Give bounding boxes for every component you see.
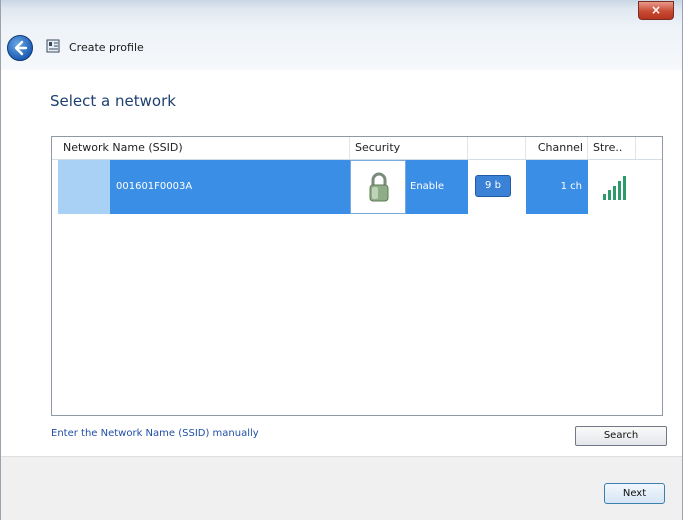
list-header: Network Name (SSID) Security Channel Str… (52, 137, 662, 160)
manual-entry-link[interactable]: Enter the Network Name (SSID) manually (51, 428, 259, 439)
security-status: Enable (406, 160, 468, 214)
network-row[interactable]: 001601F0003A Enable 9 b 1 ch (52, 160, 662, 214)
network-ssid: 001601F0003A (110, 160, 350, 214)
back-button[interactable] (7, 35, 33, 61)
network-list[interactable]: Network Name (SSID) Security Channel Str… (51, 136, 663, 416)
title-bar: × Create profile (1, 0, 682, 70)
band-badge: 9 b (475, 175, 511, 197)
signal-strength-icon (603, 176, 626, 200)
column-header-ssid[interactable]: Network Name (SSID) (58, 137, 350, 159)
channel-value: 1 ch (526, 160, 588, 214)
create-profile-window: × Create profile Select a network Networ… (0, 0, 683, 520)
band-cell: 9 b (468, 160, 526, 214)
next-button[interactable]: Next (604, 483, 665, 504)
lock-icon (369, 172, 389, 202)
column-header-band[interactable] (468, 137, 526, 159)
content-area: Select a network Network Name (SSID) Sec… (1, 70, 682, 456)
search-button[interactable]: Search (575, 426, 667, 446)
row-selection-pad (58, 160, 110, 214)
column-header-strength[interactable]: Stre.. (588, 137, 636, 159)
security-icon-cell (350, 160, 406, 214)
close-icon: × (650, 3, 662, 17)
header-title: Create profile (69, 41, 144, 54)
back-arrow-icon (14, 40, 28, 56)
column-header-channel[interactable]: Channel (526, 137, 588, 159)
page-title: Select a network (50, 92, 176, 110)
close-button[interactable]: × (638, 1, 674, 20)
signal-cell (588, 160, 648, 214)
footer-bar: Next (1, 456, 682, 520)
column-header-security[interactable]: Security (350, 137, 468, 159)
profile-card-icon (46, 39, 60, 53)
